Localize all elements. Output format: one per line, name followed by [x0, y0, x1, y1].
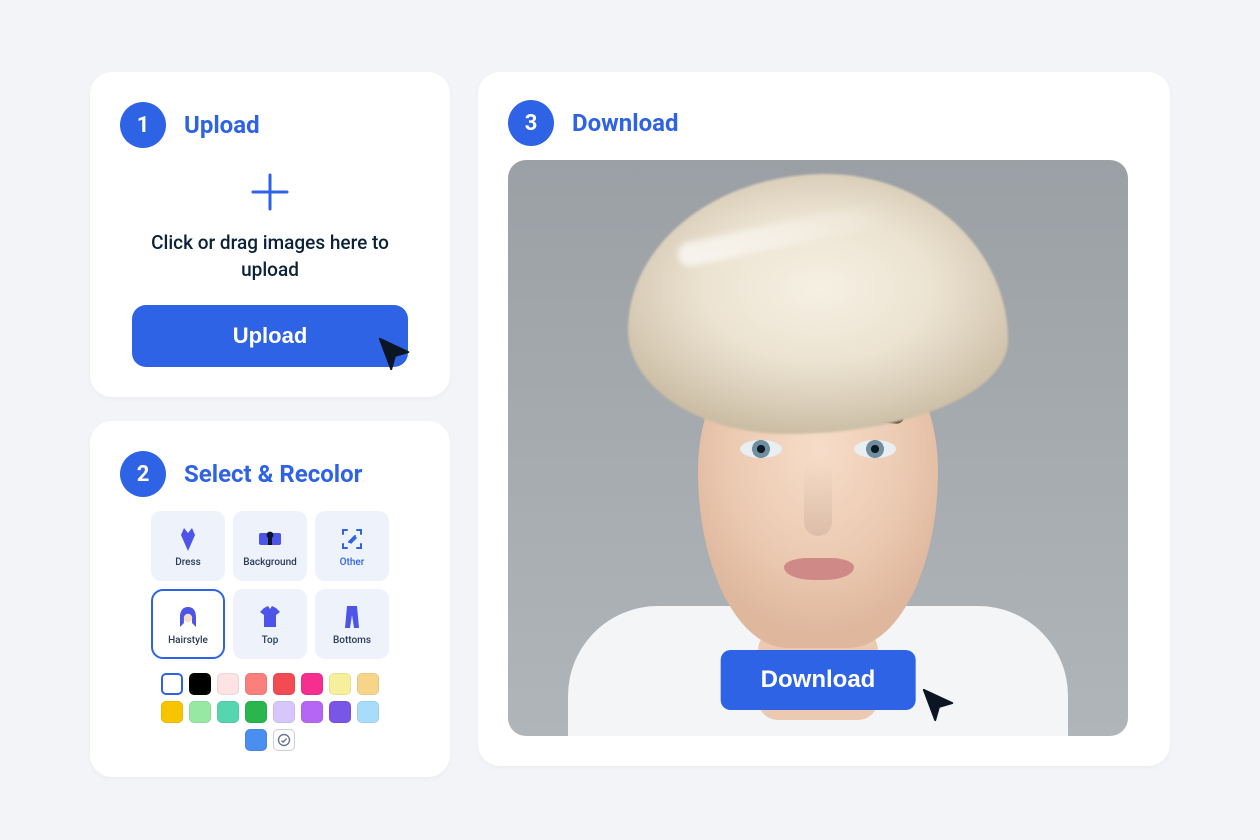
- swatch-violet[interactable]: [329, 701, 351, 723]
- category-label: Bottoms: [333, 635, 371, 646]
- background-icon: [256, 525, 284, 553]
- plus-icon: [246, 168, 294, 216]
- swatch-teal[interactable]: [217, 701, 239, 723]
- swatch-pale-yellow[interactable]: [329, 673, 351, 695]
- category-top[interactable]: Top: [233, 589, 307, 659]
- swatch-purple[interactable]: [301, 701, 323, 723]
- recolor-card: 2 Select & Recolor Dress Background: [90, 421, 450, 777]
- swatch-lavender[interactable]: [273, 701, 295, 723]
- category-label: Other: [340, 557, 365, 568]
- upload-button-label: Upload: [233, 323, 308, 348]
- result-preview: Download: [508, 160, 1128, 736]
- category-dress[interactable]: Dress: [151, 511, 225, 581]
- swatch-blue[interactable]: [245, 729, 267, 751]
- swatch-sand[interactable]: [357, 673, 379, 695]
- cursor-icon: [376, 335, 414, 373]
- swatch-mint[interactable]: [189, 701, 211, 723]
- category-label: Background: [243, 557, 297, 568]
- upload-button[interactable]: Upload: [132, 305, 408, 367]
- hairstyle-icon: [174, 603, 202, 631]
- category-label: Top: [262, 635, 279, 646]
- bottoms-icon: [338, 603, 366, 631]
- swatch-red[interactable]: [273, 673, 295, 695]
- swatch-magenta[interactable]: [301, 673, 323, 695]
- upload-card: 1 Upload Click or drag images here to up…: [90, 72, 450, 397]
- upload-hint: Click or drag images here to upload: [120, 230, 420, 283]
- step-badge-2: 2: [120, 451, 166, 497]
- swatch-green[interactable]: [245, 701, 267, 723]
- step-title-download: Download: [572, 109, 678, 137]
- category-label: Dress: [175, 557, 201, 568]
- swatch-salmon[interactable]: [245, 673, 267, 695]
- step-header-upload: 1 Upload: [120, 102, 420, 148]
- swatch-white-selected[interactable]: [161, 673, 183, 695]
- download-button[interactable]: Download: [721, 650, 916, 710]
- top-icon: [256, 603, 284, 631]
- category-hairstyle[interactable]: Hairstyle: [151, 589, 225, 659]
- color-swatches: [150, 673, 390, 751]
- swatch-light-pink[interactable]: [217, 673, 239, 695]
- swatch-yellow[interactable]: [161, 701, 183, 723]
- upload-dropzone[interactable]: Click or drag images here to upload Uplo…: [120, 168, 420, 367]
- portrait-lips: [784, 558, 854, 580]
- category-grid: Dress Background Other: [120, 511, 420, 659]
- portrait-hair: [628, 174, 1008, 434]
- step-header-download: 3 Download: [508, 100, 1140, 146]
- cursor-icon: [920, 686, 958, 724]
- category-bottoms[interactable]: Bottoms: [315, 589, 389, 659]
- portrait-nose: [804, 460, 832, 536]
- portrait-eye: [854, 440, 896, 458]
- step-title-recolor: Select & Recolor: [184, 460, 362, 488]
- category-label: Hairstyle: [168, 635, 208, 646]
- swatch-light-blue[interactable]: [357, 701, 379, 723]
- step-header-recolor: 2 Select & Recolor: [120, 451, 420, 497]
- download-card: 3 Download Download: [478, 72, 1170, 766]
- step-badge-1: 1: [120, 102, 166, 148]
- swatch-custom-color[interactable]: [273, 729, 295, 751]
- category-other[interactable]: Other: [315, 511, 389, 581]
- category-background[interactable]: Background: [233, 511, 307, 581]
- step-title-upload: Upload: [184, 111, 260, 139]
- download-button-label: Download: [761, 666, 876, 693]
- swatch-black[interactable]: [189, 673, 211, 695]
- dress-icon: [174, 525, 202, 553]
- other-icon: [338, 525, 366, 553]
- portrait-eye: [740, 440, 782, 458]
- step-badge-3: 3: [508, 100, 554, 146]
